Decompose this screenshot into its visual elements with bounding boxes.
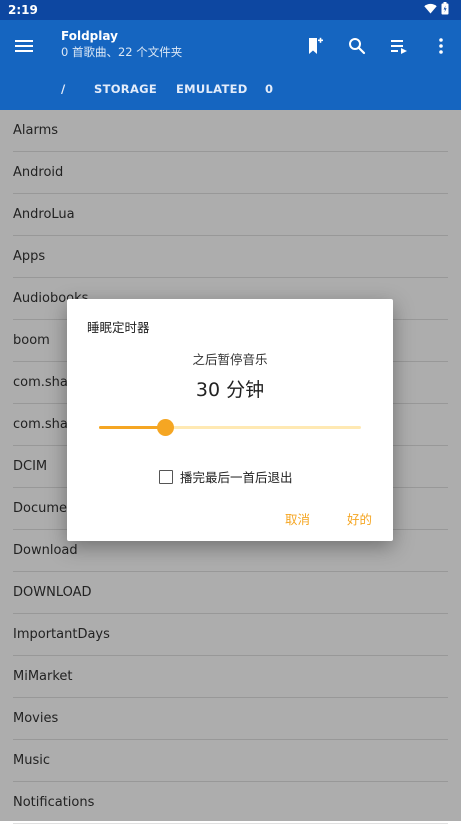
search-button[interactable] — [343, 32, 371, 60]
app-title: Foldplay — [61, 29, 118, 43]
timer-slider[interactable] — [99, 419, 361, 437]
breadcrumb-0[interactable]: 0 — [265, 82, 273, 96]
exit-after-last-song-checkbox[interactable] — [159, 469, 173, 484]
app-bar: Foldplay 0 首歌曲、22 个文件夹 — [0, 20, 461, 70]
exit-after-last-song-option[interactable]: 播完最后一首后退出 — [159, 467, 293, 486]
breadcrumb-emulated[interactable]: EMULATED — [176, 82, 248, 96]
status-bar: 2:19 — [0, 0, 461, 20]
breadcrumb-storage[interactable]: STORAGE — [94, 82, 157, 96]
playlist-play-icon — [391, 40, 407, 54]
cancel-button[interactable]: 取消 — [285, 509, 310, 528]
breadcrumb-root[interactable]: / — [61, 82, 66, 96]
breadcrumb: / STORAGE EMULATED 0 — [0, 70, 461, 110]
more-vert-icon — [439, 38, 443, 54]
system-icons — [424, 2, 449, 15]
hamburger-menu-icon — [15, 40, 33, 52]
dialog-subtitle: 之后暂停音乐 — [192, 352, 268, 367]
app-titles: Foldplay 0 首歌曲、22 个文件夹 — [61, 28, 182, 60]
dialog-title: 睡眠定时器 — [87, 320, 150, 335]
ok-button[interactable]: 好的 — [347, 509, 372, 528]
queue-button[interactable] — [385, 32, 413, 60]
bookmark-add-button[interactable] — [301, 32, 329, 60]
battery-icon — [441, 2, 449, 15]
slider-thumb[interactable] — [156, 419, 174, 436]
overflow-menu-button[interactable] — [427, 32, 455, 60]
slider-track-fill — [99, 426, 165, 429]
wifi-icon — [424, 3, 437, 14]
timer-value: 30 分钟 — [195, 379, 265, 401]
sleep-timer-dialog: 睡眠定时器 之后暂停音乐 30 分钟 播完最后一首后退出 取消 好的 — [67, 299, 393, 541]
menu-button[interactable] — [12, 34, 36, 58]
status-time: 2:19 — [8, 3, 38, 17]
app-subtitle: 0 首歌曲、22 个文件夹 — [61, 45, 183, 59]
checkbox-label: 播完最后一首后退出 — [180, 470, 293, 485]
app-bar-actions — [301, 32, 455, 60]
bookmark-add-icon — [309, 37, 323, 54]
search-icon — [349, 38, 366, 55]
